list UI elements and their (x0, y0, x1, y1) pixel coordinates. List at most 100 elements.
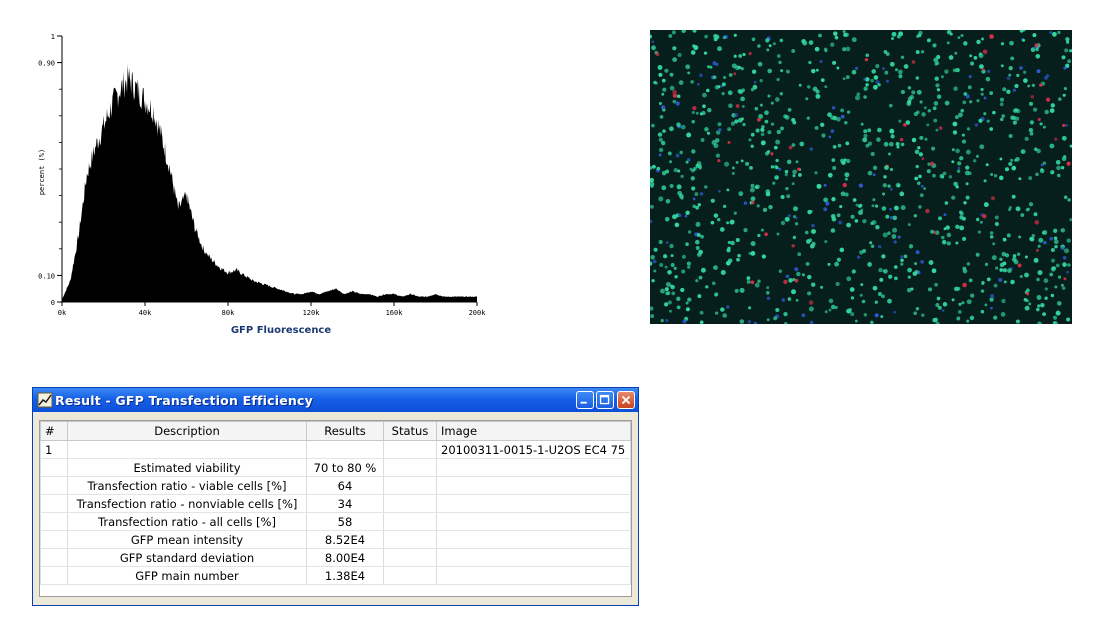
cell (937, 216, 943, 221)
cell (979, 220, 983, 224)
cell (1001, 114, 1005, 118)
column-header-description[interactable]: Description (67, 421, 307, 441)
row-number (40, 566, 68, 585)
cell (665, 318, 669, 323)
cell (706, 88, 710, 93)
cell (907, 99, 912, 104)
cell (1053, 228, 1058, 233)
cell (927, 109, 932, 113)
cell (1053, 239, 1059, 245)
cell (1018, 177, 1022, 181)
cell (1036, 69, 1041, 74)
cell (994, 215, 999, 220)
cell (757, 117, 761, 122)
cell (690, 80, 694, 84)
column-header-image[interactable]: Image (436, 421, 631, 441)
table-row[interactable]: Transfection ratio - all cells [%] 58 (40, 512, 631, 531)
row-image: 20100311-0015-1-U2OS EC4 75 (436, 440, 631, 459)
cell (938, 126, 943, 130)
cell (909, 94, 915, 100)
column-header-status[interactable]: Status (383, 421, 437, 441)
cell (1064, 123, 1068, 127)
cell (980, 87, 984, 92)
cell (999, 102, 1004, 107)
cell (926, 169, 931, 174)
cell (845, 46, 851, 52)
column-header-results[interactable]: Results (306, 421, 384, 441)
cell (752, 84, 758, 90)
table-row[interactable]: Transfection ratio - viable cells [%] 64 (40, 476, 631, 495)
table-row[interactable]: GFP main number 1.38E4 (40, 566, 631, 585)
table-row[interactable]: GFP mean intensity 8.52E4 (40, 530, 631, 549)
row-description: Transfection ratio - nonviable cells [%] (67, 494, 307, 513)
cell (818, 33, 822, 38)
cell (1063, 154, 1067, 159)
cell (845, 141, 850, 146)
cell (692, 44, 696, 48)
results-table-container[interactable]: # Description Results Status Image 1 2010… (39, 420, 632, 597)
cell (1022, 38, 1026, 42)
cell (1016, 73, 1020, 78)
cell (831, 158, 836, 162)
cell (677, 169, 681, 173)
cell (889, 61, 895, 67)
cell (858, 183, 863, 188)
cell (951, 298, 955, 302)
cell (760, 132, 765, 137)
cell (1049, 143, 1055, 149)
row-number (40, 548, 68, 567)
cell (750, 241, 756, 247)
minimize-button[interactable] (576, 391, 594, 409)
cell (718, 128, 722, 132)
cell (781, 298, 786, 302)
cell (783, 311, 788, 317)
cell (933, 57, 939, 63)
cell (837, 143, 842, 148)
cell (951, 195, 956, 200)
cell (696, 233, 701, 237)
cell (1019, 66, 1023, 70)
row-number: 1 (40, 440, 68, 459)
cell (1053, 236, 1058, 240)
cell (1049, 272, 1054, 277)
cell (787, 297, 792, 301)
cell (773, 145, 778, 150)
cell (854, 66, 859, 71)
cell (764, 119, 769, 124)
cell (851, 69, 857, 75)
cell (673, 167, 678, 173)
cell (754, 282, 760, 288)
cell (779, 38, 784, 43)
cell (814, 46, 820, 52)
table-row[interactable]: 1 20100311-0015-1-U2OS EC4 75 (40, 440, 631, 459)
cell (914, 149, 920, 155)
cell (720, 307, 725, 312)
cell (928, 287, 932, 292)
table-row[interactable]: GFP standard deviation 8.00E4 (40, 548, 631, 567)
cell (862, 219, 867, 224)
cell (830, 228, 836, 233)
column-header-number[interactable]: # (40, 421, 68, 441)
cell (1029, 131, 1034, 136)
table-row[interactable]: Transfection ratio - nonviable cells [%]… (40, 494, 631, 513)
cell (1033, 257, 1039, 263)
cell (775, 307, 780, 313)
cell (750, 280, 755, 285)
cell (667, 270, 672, 275)
close-button[interactable] (617, 391, 635, 409)
cell (960, 33, 964, 38)
table-row[interactable]: Estimated viability 70 to 80 % (40, 458, 631, 477)
cell (721, 82, 726, 87)
cell (959, 225, 965, 231)
cell (839, 205, 843, 209)
cell (770, 165, 775, 169)
cell (1024, 305, 1030, 311)
cell (968, 278, 973, 283)
cell (842, 30, 846, 34)
maximize-button[interactable] (596, 391, 614, 409)
cell (1050, 170, 1055, 175)
cell (1040, 168, 1044, 172)
cell (863, 86, 868, 91)
cell (650, 184, 654, 189)
title-bar[interactable]: Result - GFP Transfection Efficiency (33, 388, 638, 412)
